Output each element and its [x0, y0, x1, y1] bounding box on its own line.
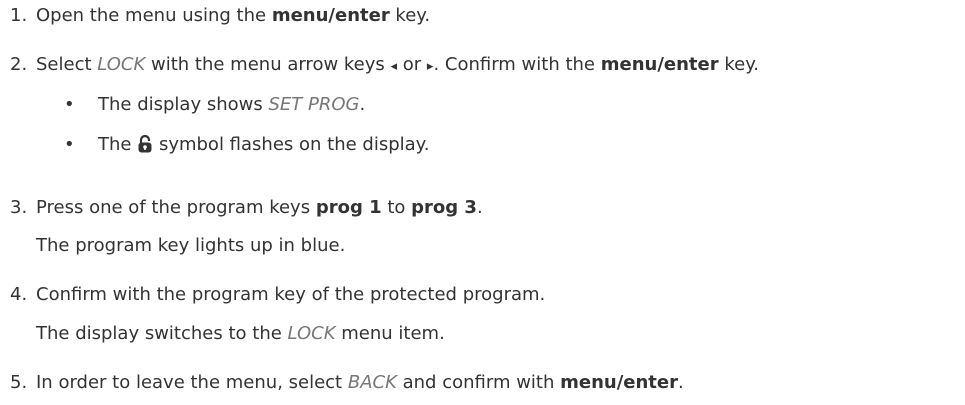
display-text: SET PROG — [268, 94, 360, 115]
menu-item-name: BACK — [347, 372, 397, 393]
instruction-list: 1. Open the menu using the menu/enter ke… — [0, 0, 965, 405]
unlock-icon — [138, 134, 152, 160]
step-text: Open the menu using the menu/enter key. — [36, 5, 431, 26]
key-name: menu/enter — [600, 54, 719, 75]
key-name: prog 1 — [315, 197, 382, 218]
key-name: prog 3 — [411, 197, 477, 218]
step-text: Confirm with the program key of the prot… — [36, 284, 546, 305]
bullet-text: The display shows SET PROG. — [98, 94, 366, 115]
step-text: Select LOCK with the menu arrow keys ◂ o… — [36, 54, 760, 75]
step-text: In order to leave the menu, select BACK … — [36, 372, 684, 393]
step-number: 1. — [10, 5, 28, 26]
result-text: The display switches to the LOCK menu it… — [36, 323, 445, 344]
step-number: 5. — [10, 372, 28, 393]
bullet-text: The symbol flashes on the display. — [98, 133, 429, 160]
step-number: 4. — [10, 284, 28, 305]
key-name: menu/enter — [271, 5, 390, 26]
key-name: menu/enter — [560, 372, 678, 393]
step-number: 3. — [10, 197, 28, 218]
step-number: 2. — [10, 54, 28, 75]
step-text: Press one of the program keys prog 1 to … — [36, 197, 483, 218]
bullet: • — [64, 134, 75, 155]
bullet: • — [64, 94, 75, 115]
menu-item-name: LOCK — [97, 54, 146, 75]
result-text: The program key lights up in blue. — [36, 235, 346, 256]
menu-item-name: LOCK — [287, 323, 336, 344]
